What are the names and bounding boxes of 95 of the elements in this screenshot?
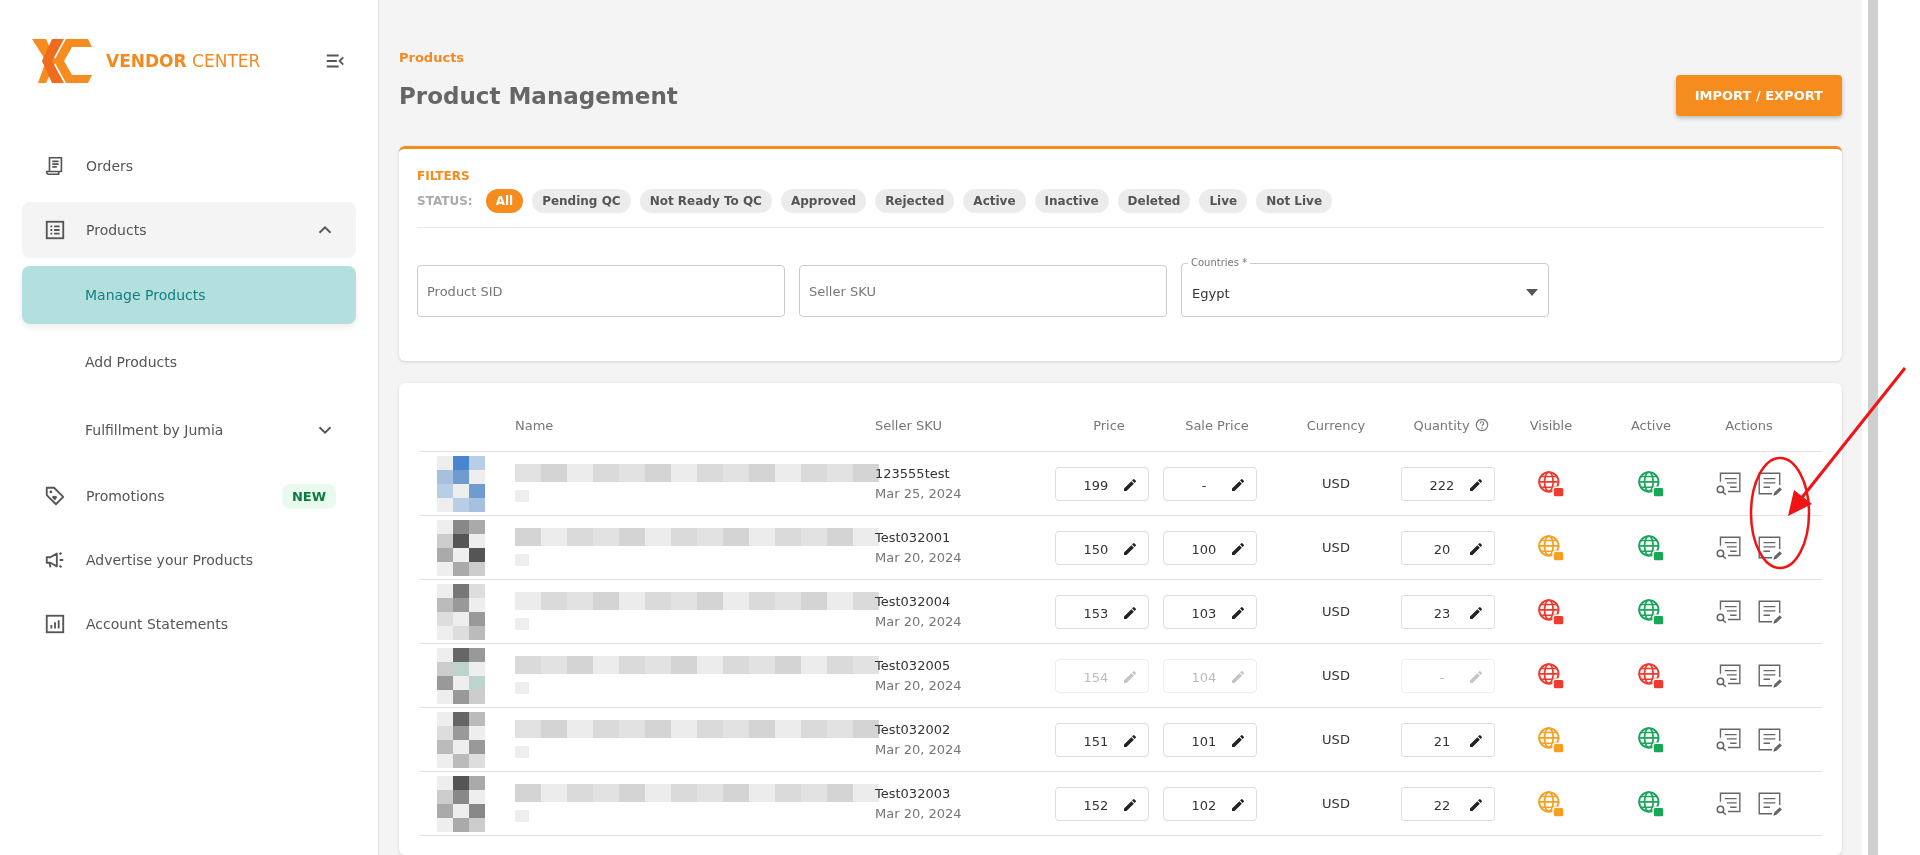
pencil-icon[interactable] bbox=[1230, 733, 1246, 749]
pencil-icon[interactable] bbox=[1122, 477, 1138, 493]
help-icon[interactable] bbox=[1474, 418, 1489, 432]
pencil-icon[interactable] bbox=[1468, 797, 1484, 813]
created-date: Mar 20, 2024 bbox=[875, 740, 963, 759]
globe-icon[interactable] bbox=[1637, 597, 1665, 626]
column-header: Actions bbox=[1724, 417, 1774, 433]
edit-field[interactable]: - bbox=[1163, 466, 1257, 501]
column-header: Seller SKU bbox=[875, 417, 943, 433]
edit-field[interactable]: 23 bbox=[1401, 594, 1495, 629]
column-header: Currency bbox=[1305, 417, 1367, 433]
created-date: Mar 20, 2024 bbox=[875, 612, 963, 631]
pencil-icon[interactable] bbox=[1122, 605, 1138, 621]
edit-field[interactable]: 102 bbox=[1163, 786, 1257, 821]
pencil-icon[interactable] bbox=[1122, 541, 1138, 557]
status-chip[interactable]: Live bbox=[1199, 189, 1248, 213]
status-chip[interactable]: Rejected bbox=[875, 189, 955, 213]
status-chip[interactable]: Active bbox=[963, 189, 1026, 213]
sidebar-subitem[interactable]: Fulfillment by Jumia bbox=[22, 400, 356, 460]
currency-cell-text: USD bbox=[1321, 476, 1351, 491]
column-header: Price bbox=[1092, 417, 1126, 433]
filters-title: FILTERS bbox=[417, 169, 471, 183]
column-header: Sale Price bbox=[1184, 417, 1250, 433]
sidebar-item[interactable]: Promotions NEW bbox=[22, 468, 356, 524]
status-chip[interactable]: Deleted bbox=[1117, 189, 1191, 213]
edit-field[interactable]: 100 bbox=[1163, 530, 1257, 565]
status-chip[interactable]: Not Ready To QC bbox=[639, 189, 772, 213]
seller-sku-field[interactable]: Seller SKU bbox=[799, 265, 1167, 317]
pencil-icon[interactable] bbox=[1230, 605, 1246, 621]
created-date: Mar 20, 2024 bbox=[875, 676, 963, 695]
created-date: Mar 20, 2024 bbox=[875, 804, 963, 823]
globe-icon[interactable] bbox=[1637, 469, 1665, 498]
currency-cell-text: USD bbox=[1321, 732, 1351, 747]
edit-field[interactable]: 20 bbox=[1401, 530, 1495, 565]
column-header: Quantity bbox=[1401, 417, 1501, 433]
pencil-icon[interactable] bbox=[1468, 541, 1484, 557]
globe-icon[interactable] bbox=[1537, 597, 1565, 626]
edit-field[interactable]: 103 bbox=[1163, 594, 1257, 629]
edit-field[interactable]: 151 bbox=[1055, 722, 1149, 757]
chart-icon bbox=[44, 613, 66, 635]
edit-field[interactable]: 22 bbox=[1401, 786, 1495, 821]
edit-field[interactable]: 21 bbox=[1401, 722, 1495, 757]
currency-cell-text: USD bbox=[1321, 796, 1351, 811]
column-header: Active bbox=[1629, 417, 1673, 433]
created-date: Mar 25, 2024 bbox=[875, 484, 963, 503]
globe-icon[interactable] bbox=[1637, 789, 1665, 818]
new-badge: NEW bbox=[281, 483, 336, 509]
edit-field[interactable]: 152 bbox=[1055, 786, 1149, 821]
seller-sku: Test032001 bbox=[875, 528, 952, 547]
pencil-icon[interactable] bbox=[1230, 541, 1246, 557]
currency-cell-text: USD bbox=[1321, 668, 1351, 683]
globe-icon[interactable] bbox=[1537, 469, 1565, 498]
sidebar-item[interactable]: Products bbox=[22, 202, 356, 258]
seller-sku: 123555test bbox=[875, 464, 951, 483]
status-label: STATUS: bbox=[417, 194, 473, 208]
edit-field[interactable]: 222 bbox=[1401, 466, 1495, 501]
pencil-icon[interactable] bbox=[1230, 477, 1246, 493]
status-chip[interactable]: Not Live bbox=[1256, 189, 1333, 213]
status-chip[interactable]: Approved bbox=[780, 189, 867, 213]
pencil-icon[interactable] bbox=[1468, 733, 1484, 749]
edit-field[interactable]: 150 bbox=[1055, 530, 1149, 565]
column-header: Visible bbox=[1528, 417, 1574, 433]
status-chip[interactable]: Inactive bbox=[1034, 189, 1109, 213]
sidebar-item[interactable]: Advertise your Products bbox=[22, 532, 356, 588]
sidebar-subitem[interactable]: Add Products bbox=[22, 332, 356, 392]
tag-icon bbox=[44, 485, 66, 507]
seller-sku: Test032005 bbox=[875, 656, 952, 675]
created-date: Mar 20, 2024 bbox=[875, 548, 963, 567]
currency-cell-text: USD bbox=[1321, 604, 1351, 619]
currency-cell-text: USD bbox=[1321, 540, 1351, 555]
edit-field[interactable]: 153 bbox=[1055, 594, 1149, 629]
pencil-icon[interactable] bbox=[1468, 605, 1484, 621]
pencil-icon[interactable] bbox=[1122, 733, 1138, 749]
megaphone-icon bbox=[44, 549, 66, 571]
scrollbar[interactable] bbox=[1868, 0, 1878, 855]
sidebar-item[interactable]: Orders bbox=[22, 138, 356, 194]
globe-icon[interactable] bbox=[1637, 725, 1665, 754]
list-icon bbox=[44, 219, 66, 241]
dropdown-icon bbox=[1526, 289, 1538, 297]
status-chip[interactable]: Pending QC bbox=[532, 189, 631, 213]
logo-icon bbox=[32, 39, 92, 83]
column-header: Name bbox=[515, 417, 555, 433]
seller-sku: Test032004 bbox=[875, 592, 952, 611]
brand-name: VENDOR CENTER bbox=[106, 51, 262, 71]
product-sid-field[interactable]: Product SID bbox=[417, 265, 785, 317]
page-title: Product Management bbox=[399, 82, 678, 109]
seller-sku: Test032003 bbox=[875, 784, 952, 803]
pencil-icon[interactable] bbox=[1230, 797, 1246, 813]
pencil-icon[interactable] bbox=[1468, 477, 1484, 493]
sidebar-item[interactable]: Account Statements bbox=[22, 596, 356, 652]
edit-field[interactable]: 101 bbox=[1163, 722, 1257, 757]
pencil-icon[interactable] bbox=[1122, 797, 1138, 813]
seller-sku: Test032002 bbox=[875, 720, 952, 739]
globe-icon[interactable] bbox=[1637, 533, 1665, 562]
edit-field[interactable]: 199 bbox=[1055, 466, 1149, 501]
